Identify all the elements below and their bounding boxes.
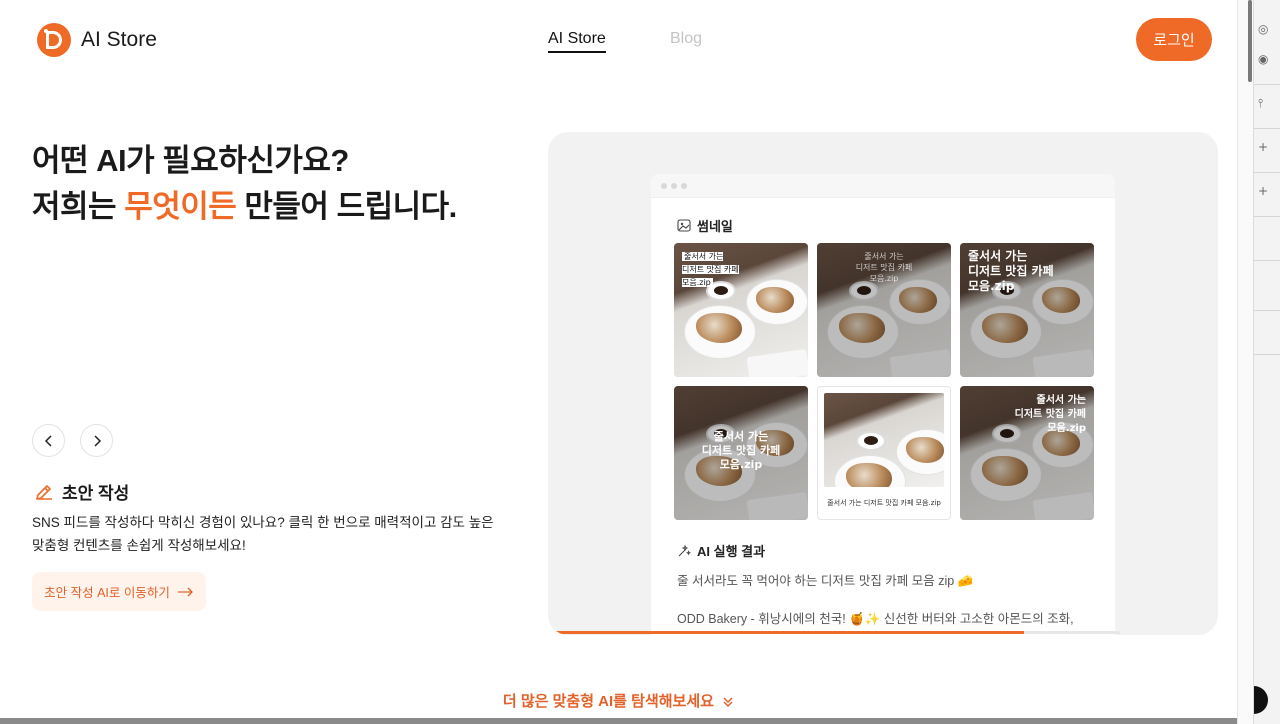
arrow-right-icon (177, 587, 193, 596)
floating-action-button[interactable] (1254, 686, 1268, 714)
cta-label: 초안 작성 AI로 이동하기 (44, 586, 170, 600)
thumbnail-card[interactable]: 줄서서 가는 디저트 맛집 카페 모음.zip (817, 243, 951, 377)
next-slide-button[interactable] (80, 424, 113, 457)
eye-slash-icon[interactable]: ◎ (1258, 22, 1268, 36)
result-line-2: ODD Bakery - 휘낭시에의 천국! 🍯✨ 신선한 버터와 고소한 아몬… (677, 612, 1074, 626)
thumbnail-caption: 줄서서 가는 디저트 맛집 카페 모음.zip (682, 250, 739, 289)
hero-line-1: 어떤 AI가 필요하신가요? (32, 143, 349, 178)
chevron-right-icon (93, 434, 101, 447)
double-chevron-down-icon (723, 697, 733, 708)
thumbnail-grid: 줄서서 가는 디저트 맛집 카페 모음.zip 줄서서 가는 디저트 맛집 카페… (674, 243, 1094, 520)
logo[interactable]: AI Store (37, 23, 157, 57)
thumbnail-card[interactable]: 줄서서 가는 디저트 맛집 카페 모음.zip (674, 243, 808, 377)
hero-line-2-prefix: 저희는 (32, 189, 125, 224)
preview-progress-fill (554, 631, 1024, 634)
eye-icon[interactable]: ◉ (1258, 52, 1268, 66)
thumbnail-image (824, 393, 944, 487)
preview-window: 썸네일 줄서서 가는 디저트 맛집 카페 모음.zip 줄서서 가는 디저트 맛… (651, 174, 1115, 635)
prev-slide-button[interactable] (32, 424, 65, 457)
feature-description-line-1: SNS 피드를 작성하다 막히신 경험이 있나요? 클릭 한 번으로 매력적이고… (32, 515, 494, 530)
thumbnail-caption: 줄서서 가는 디저트 맛집 카페 모음.zip (855, 252, 913, 283)
thumbnail-caption: 줄서서 가는 디저트 맛집 카페 모음.zip (968, 249, 1054, 293)
scrollbar-thumb[interactable] (1248, 0, 1252, 82)
thumbnail-card[interactable]: 줄서서 가는 디저트 맛집 카페 모음.zip (817, 386, 951, 520)
plus-icon[interactable]: + (1258, 140, 1268, 154)
go-to-draft-ai-button[interactable]: 초안 작성 AI로 이동하기 (32, 572, 206, 611)
thumbnail-caption: 줄서서 가는 디저트 맛집 카페 모음.zip (1014, 395, 1086, 434)
image-icon (677, 219, 691, 232)
preview-progress-bar (554, 631, 1120, 634)
thumbnail-caption: 줄서서 가는 디저트 맛집 카페 모음.zip (701, 430, 781, 471)
thumbnail-section-heading: 썸네일 (677, 216, 733, 235)
explore-more-link[interactable]: 더 많은 맞춤형 AI를 탐색해보세요 (0, 690, 1237, 711)
logo-mark-icon (37, 23, 71, 57)
login-button[interactable]: 로그인 (1136, 18, 1212, 61)
thumbnail-caption: 줄서서 가는 디저트 맛집 카페 모음.zip (827, 499, 941, 507)
horizontal-scrollbar[interactable] (0, 718, 1237, 724)
explore-label: 더 많은 맞춤형 AI를 탐색해보세요 (502, 693, 714, 710)
preview-panel: 썸네일 줄서서 가는 디저트 맛집 카페 모음.zip 줄서서 가는 디저트 맛… (548, 132, 1218, 635)
thumbnail-caption-text: 줄서서 가는 디저트 맛집 카페 모음.zip (682, 252, 739, 287)
feature-description: SNS 피드를 작성하다 막히신 경험이 있나요? 클릭 한 번으로 매력적이고… (32, 511, 512, 557)
thumbnail-card[interactable]: 줄서서 가는 디저트 맛집 카페 모음.zip (960, 243, 1094, 377)
browser-side-rail: ◎ ◉ ⫯ + + (1253, 0, 1280, 724)
feature-title-text: 초안 작성 (62, 484, 130, 503)
thumbnail-card[interactable]: 줄서서 가는 디저트 맛집 카페 모음.zip (960, 386, 1094, 520)
scrollbar-track[interactable] (1237, 0, 1253, 724)
feature-title: 초안 작성 (34, 479, 129, 504)
plus-icon[interactable]: + (1258, 184, 1268, 198)
hero-line-2: 저희는 무엇이든 만들어 드립니다. (32, 184, 457, 230)
nav-ai-store[interactable]: AI Store (548, 30, 606, 53)
feature-description-line-2: 맞춤형 컨텐츠를 손쉽게 작성해보세요! (32, 538, 246, 553)
thumbnail-card[interactable]: 줄서서 가는 디저트 맛집 카페 모음.zip (674, 386, 808, 520)
chevron-left-icon (44, 434, 52, 447)
nav-blog[interactable]: Blog (670, 30, 702, 48)
hero-line-2-suffix: 만들어 드립니다. (236, 189, 457, 224)
tune-icon[interactable]: ⫯ (1258, 96, 1263, 111)
window-bar (651, 174, 1115, 198)
magic-wand-icon (678, 544, 691, 556)
pencil-icon (36, 484, 52, 500)
result-heading-text: AI 실행 결과 (697, 544, 766, 559)
hero-title: 어떤 AI가 필요하신가요? 저희는 무엇이든 만들어 드립니다. (32, 138, 457, 230)
result-section-heading: AI 실행 결과 (677, 541, 765, 560)
logo-text: AI Store (81, 28, 157, 51)
hero-accent-text: 무엇이든 (124, 189, 237, 224)
result-line-1: 줄 서서라도 꼭 먹어야 하는 디저트 맛집 카페 모음 zip 🧀 (677, 574, 974, 588)
thumbnail-heading-text: 썸네일 (697, 219, 733, 234)
